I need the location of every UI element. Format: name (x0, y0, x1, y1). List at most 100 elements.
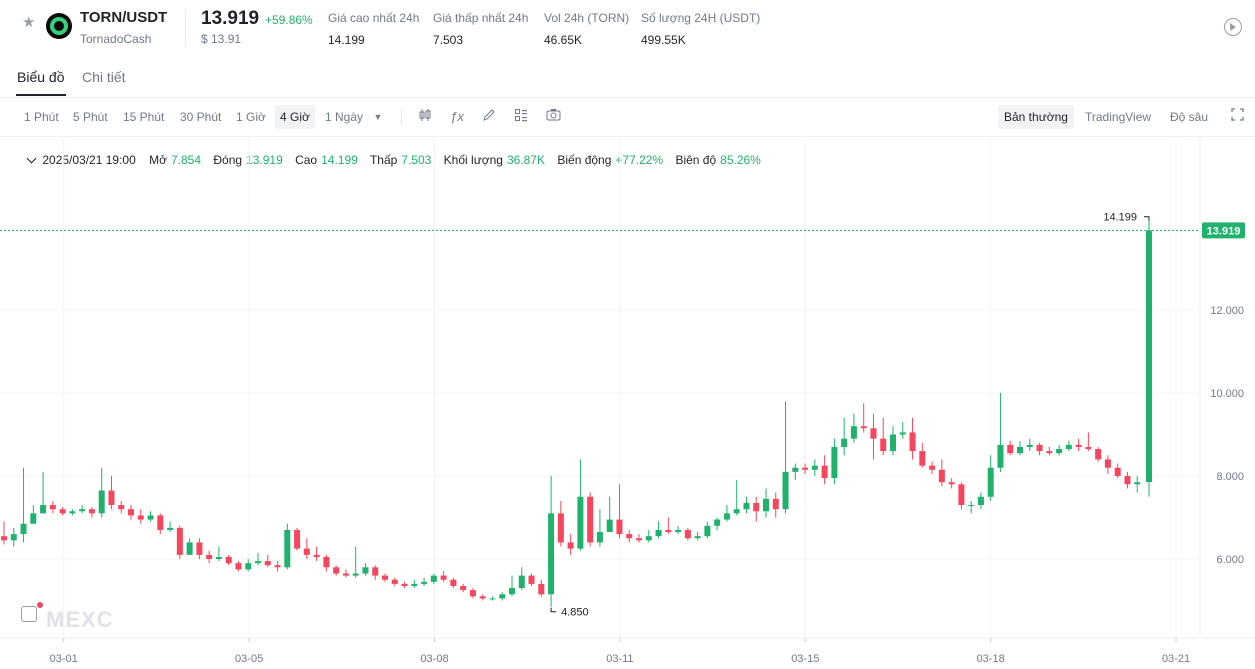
max-price-label: 14.199 (1103, 212, 1137, 224)
candle-body (870, 428, 877, 439)
candle-body (675, 529, 682, 533)
candle-body (567, 542, 574, 549)
candle-body (938, 469, 945, 483)
stat-low-24h: Giá thấp nhất 24h 7.503 (433, 11, 528, 47)
candles-layer (1, 218, 1152, 607)
layout-icon[interactable] (512, 108, 530, 126)
camera-icon[interactable] (544, 108, 562, 126)
candle-body (1056, 449, 1063, 454)
timeframe-1m[interactable]: 1 Phút (19, 105, 64, 129)
tab-details[interactable]: Chi tiết (82, 69, 126, 85)
fullscreen-icon-svg (1230, 108, 1244, 121)
view-normal[interactable]: Bản thường (998, 105, 1074, 129)
candle-body (987, 467, 994, 497)
timeframe-30m[interactable]: 30 Phút (175, 105, 226, 129)
pencil-icon[interactable] (480, 108, 498, 126)
candle-body (294, 529, 301, 549)
candle-body (352, 573, 359, 576)
candle-body (450, 579, 457, 586)
candle-body (206, 554, 213, 559)
candle-body (59, 509, 66, 514)
candle-body (69, 511, 76, 514)
candle-body (1026, 444, 1033, 447)
candlestick-chart[interactable]: 6.000 8.000 10.000 12.000 03-01 03-05 03-08 03-… (0, 138, 1255, 669)
candle-body (137, 515, 144, 520)
min-price-label: 4.850 (561, 607, 589, 619)
candle-body (469, 590, 476, 597)
candle-body (235, 563, 242, 570)
candle-body (1075, 444, 1082, 447)
candle-body (98, 490, 105, 514)
star-icon[interactable]: ★ (22, 15, 38, 31)
x-tick-label: 03-15 (791, 653, 819, 665)
fullscreen-icon[interactable] (1228, 108, 1246, 126)
last-price: 13.919 (201, 8, 260, 29)
candle-body (968, 505, 975, 507)
stat-value: 46.65K (544, 33, 583, 47)
timeframe-4h[interactable]: 4 Giờ (275, 105, 315, 129)
candle-body (587, 496, 594, 543)
tab-chart[interactable]: Biểu đồ (17, 69, 64, 85)
x-tick-label: 03-05 (235, 653, 263, 665)
candle-body (538, 583, 545, 595)
drawing-tools-icon[interactable] (21, 606, 37, 622)
toolbar-divider (401, 109, 402, 125)
timeframe-15m[interactable]: 15 Phút (118, 105, 169, 129)
candle-body (704, 525, 711, 537)
candle-body (215, 556, 222, 559)
candle-body (772, 498, 779, 510)
candle-body (645, 536, 652, 541)
candle-body (186, 542, 193, 555)
candle-body (977, 496, 984, 506)
candle-body (850, 426, 857, 439)
candle-body (723, 513, 730, 520)
candle-body (880, 438, 887, 452)
chevron-down-icon[interactable]: ▼ (369, 108, 387, 126)
timeframe-1h[interactable]: 1 Giờ (231, 105, 271, 129)
timeframe-1d[interactable]: 1 Ngày (320, 105, 368, 129)
candle-body (411, 583, 418, 586)
stat-high-24h: Giá cao nhất 24h 14.199 (328, 11, 419, 47)
candle-body (665, 529, 672, 533)
candle-body (333, 567, 340, 574)
stat-value: 499.55K (641, 33, 686, 47)
candle-body (342, 573, 349, 576)
exchange-watermark: MEXC (46, 607, 114, 632)
stat-value: 14.199 (328, 33, 365, 47)
candlestick-icon[interactable] (416, 108, 434, 126)
pair-name[interactable]: TORN/USDT (80, 9, 167, 26)
candle-body (616, 519, 623, 535)
candle-body (626, 534, 633, 539)
pencil-icon-svg (483, 109, 495, 121)
y-tick-label: 12.000 (1210, 305, 1244, 317)
candle-body (1007, 444, 1014, 454)
stat-label: Vol 24h (TORN) (544, 11, 630, 25)
candle-body (548, 513, 555, 595)
candle-body (948, 482, 955, 485)
view-tradingview[interactable]: TradingView (1079, 105, 1157, 129)
candle-body (489, 598, 496, 600)
candlestick-icon-svg (419, 109, 431, 121)
candle-body (684, 529, 691, 539)
candle-body (460, 585, 467, 591)
candle-body (284, 529, 291, 568)
view-depth[interactable]: Độ sâu (1164, 105, 1214, 129)
candle-body (733, 509, 740, 514)
project-name: TornadoCash (80, 32, 152, 46)
candle-body (430, 575, 437, 582)
candle-body (714, 519, 721, 526)
candle-body (391, 579, 398, 584)
y-tick-label: 8.000 (1216, 471, 1244, 483)
fx-indicator-icon[interactable]: ƒx (448, 108, 466, 126)
stat-label: Giá thấp nhất 24h (433, 11, 529, 25)
timeframe-5m[interactable]: 5 Phút (68, 105, 113, 129)
chart-toolbar: 1 Phút 5 Phút 15 Phút 30 Phút 1 Giờ 4 Gi… (0, 99, 1255, 137)
candle-body (167, 527, 174, 530)
notification-dot (37, 602, 43, 608)
candle-body (811, 465, 818, 470)
candle-body (1065, 444, 1072, 450)
candle-body (518, 575, 525, 589)
candle-body (88, 509, 95, 514)
play-circle-icon[interactable] (1224, 18, 1242, 36)
stat-vol-usdt: Số lượng 24H (USDT) 499.55K (641, 11, 760, 47)
